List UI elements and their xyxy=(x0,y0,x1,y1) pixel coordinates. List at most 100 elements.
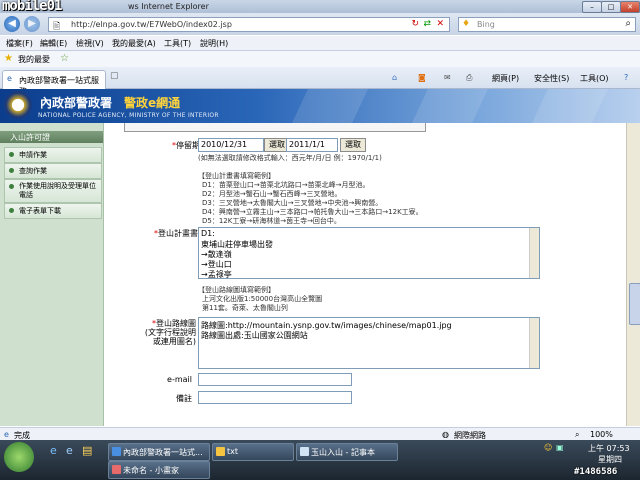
add-favorite-icon[interactable]: ☆ xyxy=(60,53,69,64)
safety-menu[interactable]: 安全性(S) xyxy=(534,73,569,84)
bullet-icon xyxy=(9,152,14,157)
compat-icon[interactable]: ⇄ xyxy=(423,19,431,29)
date-to-input[interactable]: 2011/1/1 xyxy=(286,138,338,152)
ie-quicklaunch-icon[interactable]: e xyxy=(50,444,57,457)
menu-file[interactable]: 檔案(F) xyxy=(6,38,33,49)
watermark-logo: mobile01 xyxy=(2,0,62,14)
date-hint: (如無法選取請修改格式輸入：西元年/月/日 例：1970/1/1) xyxy=(198,154,382,162)
tab-favicon-icon: e xyxy=(7,74,12,83)
route-label: *登山路線圖 (文字行程說明 或連用圖名) xyxy=(124,319,196,346)
page-scrollbar[interactable] xyxy=(626,123,640,426)
scrollbar-thumb[interactable] xyxy=(629,283,640,325)
back-button[interactable]: ◀ xyxy=(4,16,20,32)
date-to-pick-button[interactable]: 選取 xyxy=(340,138,366,152)
refresh-icon[interactable]: ↻ xyxy=(411,19,419,29)
header-decoration xyxy=(292,89,368,123)
site-header: 內政部警政署 警政e網通 NATIONAL POLICE AGENCY, MIN… xyxy=(0,89,640,123)
network-icon[interactable]: ▣ xyxy=(556,443,564,452)
address-row: ◀ ▶ 🖹 http://elnpa.gov.tw/E7WebO/index02… xyxy=(0,13,640,35)
start-button[interactable] xyxy=(4,442,34,472)
bing-icon: ♦ xyxy=(462,19,471,29)
sidebar-item-help[interactable]: 作業使用說明及受理單位電話 xyxy=(4,179,102,203)
textarea-scrollbar[interactable] xyxy=(529,318,539,368)
feed-icon[interactable]: ◙ xyxy=(418,73,426,82)
taskbar-button-paint[interactable]: 未命名 - 小畫家 xyxy=(108,461,210,479)
forward-button[interactable]: ▶ xyxy=(24,16,40,32)
search-icon[interactable]: ⌕ xyxy=(625,18,631,29)
new-tab-icon[interactable]: ▢ xyxy=(110,71,119,81)
star-icon[interactable]: ★ xyxy=(4,53,13,64)
window-title: ws Internet Explorer xyxy=(128,2,209,11)
notepad-icon xyxy=(300,447,309,456)
maximize-button[interactable]: □ xyxy=(601,1,621,13)
menu-view[interactable]: 檢視(V) xyxy=(76,38,104,49)
zoom-level[interactable]: 100% xyxy=(590,430,613,439)
menu-favorites[interactable]: 我的最愛(A) xyxy=(112,38,156,49)
done-icon: e xyxy=(4,430,9,439)
bullet-icon xyxy=(9,208,14,213)
sidebar: 入山許可證 申請作業 查詢作業 作業使用說明及受理單位電話 電子表單下載 xyxy=(0,123,104,426)
clock-day: 星期四 xyxy=(598,455,622,464)
window-titlebar: mobile01 ws Internet Explorer – □ ✕ xyxy=(0,0,640,14)
police-badge-icon xyxy=(4,91,32,119)
page-menu[interactable]: 網頁(P) xyxy=(492,73,519,84)
help-icon[interactable]: ? xyxy=(624,73,628,82)
org-english-name: NATIONAL POLICE AGENCY, MINISTRY OF THE … xyxy=(38,112,219,119)
folder-quicklaunch-icon[interactable]: ▤ xyxy=(82,444,92,457)
main-content: *停留期間 2010/12/31 選取 ～ 2011/1/1 選取 (如無法選取… xyxy=(104,123,626,426)
plan-line: D1: xyxy=(201,229,215,238)
taskbar-button-label: 玉山入山 - 記事本 xyxy=(311,448,375,457)
taskbar-button-label: 未命名 - 小畫家 xyxy=(123,466,179,475)
tray-icon[interactable]: ☺ xyxy=(544,443,552,452)
sidebar-item-apply[interactable]: 申請作業 xyxy=(4,147,102,163)
bullet-icon xyxy=(9,168,14,173)
taskbar-button-folder[interactable]: txt xyxy=(212,443,294,461)
clock-time[interactable]: 上午 07:53 xyxy=(588,443,630,454)
menu-edit[interactable]: 編輯(E) xyxy=(40,38,67,49)
email-input[interactable] xyxy=(198,373,352,386)
sidebar-heading-label: 入山許可證 xyxy=(10,133,50,142)
note-input[interactable] xyxy=(198,391,352,404)
mail-icon[interactable]: ✉ xyxy=(444,73,451,82)
zoom-icon[interactable]: ⌕ xyxy=(575,430,579,440)
folder-icon xyxy=(216,447,225,456)
address-url: http://elnpa.gov.tw/E7WebO/index02.jsp xyxy=(71,20,232,29)
address-bar[interactable]: 🖹 http://elnpa.gov.tw/E7WebO/index02.jsp… xyxy=(48,17,450,32)
tools-menu[interactable]: 工具(O) xyxy=(580,73,609,84)
zone-icon: ◍ xyxy=(442,430,449,439)
sidebar-item-label: 電子表單下載 xyxy=(19,207,61,215)
sidebar-item-label: 查詢作業 xyxy=(19,167,47,175)
taskbar-button-label: 內政部警政署一站式... xyxy=(123,448,203,457)
header-decoration xyxy=(532,89,608,123)
status-bar: e 完成 ◍ 網際網路 ⌕ 100% xyxy=(0,427,640,441)
sidebar-item-query[interactable]: 查詢作業 xyxy=(4,163,102,179)
menu-tools[interactable]: 工具(T) xyxy=(164,38,191,49)
date-from-value: 2010/12/31 xyxy=(201,140,248,149)
tab-active[interactable]: e 內政部警政署一站式服務 xyxy=(2,70,106,96)
menu-help[interactable]: 說明(H) xyxy=(200,38,228,49)
taskbar-button-notepad[interactable]: 玉山入山 - 記事本 xyxy=(296,443,398,461)
taskbar-button-ie[interactable]: 內政部警政署一站式... xyxy=(108,443,210,461)
plan-label: *登山計畫書 xyxy=(138,228,198,239)
taskbar-button-label: txt xyxy=(227,447,239,456)
close-button[interactable]: ✕ xyxy=(620,1,640,13)
tab-row: e 內政部警政署一站式服務 ▢ ⌂ ◙ ✉ ⎙ 網頁(P) 安全性(S) 工具(… xyxy=(0,67,640,96)
plan-textarea[interactable]: D1: 東埔山莊停車場出發 →散逢嶺 →登山口 →孟祿亭 xyxy=(198,227,540,279)
header-decoration xyxy=(412,89,488,123)
menu-bar: 檔案(F) 編輯(E) 檢視(V) 我的最愛(A) 工具(T) 說明(H) xyxy=(0,36,640,51)
search-input[interactable]: ♦ Bing ⌕ xyxy=(458,17,636,32)
ie-quicklaunch-icon[interactable]: e xyxy=(66,444,73,457)
email-label: e-mail xyxy=(167,375,192,384)
ie-icon xyxy=(112,447,121,456)
home-icon[interactable]: ⌂ xyxy=(392,73,397,82)
watermark-number: #1486586 xyxy=(574,467,618,477)
minimize-button[interactable]: – xyxy=(582,1,602,13)
sidebar-item-download[interactable]: 電子表單下載 xyxy=(4,203,102,219)
stop-icon[interactable]: ✕ xyxy=(436,19,444,29)
textarea-scrollbar[interactable] xyxy=(529,228,539,278)
sidebar-item-label: 申請作業 xyxy=(19,151,47,159)
favorites-label[interactable]: 我的最愛 xyxy=(18,54,50,65)
date-from-input[interactable]: 2010/12/31 xyxy=(198,138,264,152)
route-textarea[interactable]: 路線圖:http://mountain.ysnp.gov.tw/images/c… xyxy=(198,317,540,369)
print-icon[interactable]: ⎙ xyxy=(466,73,472,83)
